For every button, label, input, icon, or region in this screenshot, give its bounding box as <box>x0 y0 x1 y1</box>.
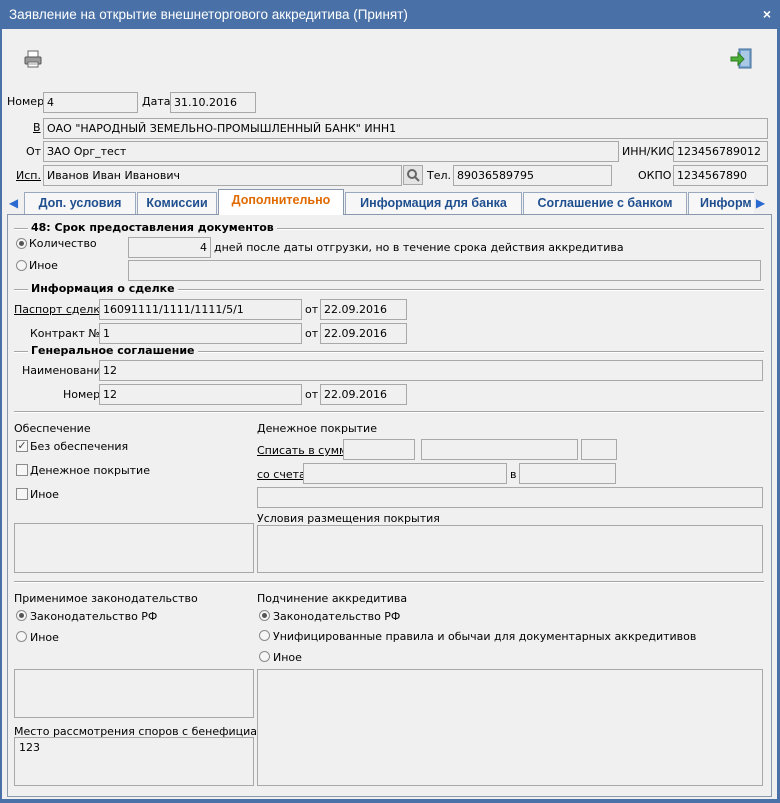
docs-term-title: 48: Срок предоставления документов <box>28 221 277 235</box>
agreement-from-label: от <box>305 388 319 401</box>
passport-field[interactable]: 16091111/1111/1111/5/1 <box>99 299 302 320</box>
general-agreement-title: Генеральное соглашение <box>28 344 198 358</box>
tab-info-truncated[interactable]: Информ <box>688 192 756 214</box>
contract-from-label: от <box>305 327 319 340</box>
divider <box>14 581 764 583</box>
debit-amount-label[interactable]: Списать в сумме <box>257 444 354 458</box>
contract-field[interactable]: 1 <box>99 323 302 344</box>
agreement-number-field[interactable]: 12 <box>99 384 302 405</box>
quantity-field[interactable]: 4 <box>128 237 211 258</box>
law-other-radio[interactable] <box>16 631 27 642</box>
deal-section: Информация о сделке <box>14 282 764 296</box>
executor-lookup-icon[interactable] <box>403 165 423 185</box>
tab-bank-agreement[interactable]: Соглашение с банком <box>523 192 687 214</box>
contract-date-field[interactable]: 22.09.2016 <box>320 323 407 344</box>
tab-panel-additional: 48: Срок предоставления документов Колич… <box>7 214 772 797</box>
account-bank-field[interactable] <box>519 463 616 484</box>
other-security-textarea[interactable] <box>14 523 254 573</box>
printer-icon[interactable] <box>23 49 45 71</box>
deal-title: Информация о сделке <box>28 282 178 296</box>
law-title: Применимое законодательство <box>14 592 198 605</box>
subordination-ucp-radio[interactable] <box>259 630 270 641</box>
close-button[interactable]: × <box>763 0 771 29</box>
coverage-title: Денежное покрытие <box>257 422 377 435</box>
subordination-other-label: Иное <box>273 651 302 664</box>
okpo-field[interactable]: 1234567890 <box>673 165 768 186</box>
debit-amount-words-field[interactable] <box>421 439 578 460</box>
quantity-suffix: дней после даты отгрузки, но в течение с… <box>214 241 624 254</box>
docs-term-section: 48: Срок предоставления документов <box>14 221 764 235</box>
account-in-label: в <box>510 468 517 481</box>
tab-scroll-right-icon[interactable]: ▶ <box>754 192 767 214</box>
executor-label[interactable]: Исп. <box>16 169 41 183</box>
money-cover-checkbox[interactable] <box>16 464 28 476</box>
debit-amount-field[interactable] <box>343 439 415 460</box>
other-term-radio[interactable] <box>16 260 27 271</box>
exit-door-icon[interactable] <box>730 47 752 69</box>
executor-field[interactable]: Иванов Иван Иванович <box>43 165 402 186</box>
contract-label: Контракт № <box>30 327 100 340</box>
phone-label: Тел. <box>427 169 452 182</box>
subordination-rf-radio[interactable] <box>259 610 270 621</box>
law-rf-radio[interactable] <box>16 610 27 621</box>
coverage-extra-field[interactable] <box>257 487 763 508</box>
tab-extra-conditions[interactable]: Доп. условия <box>24 192 136 214</box>
agreement-number-label: Номер <box>63 388 101 401</box>
number-field[interactable]: 4 <box>43 92 138 113</box>
number-label: Номер <box>7 95 45 108</box>
other-security-checkbox[interactable] <box>16 488 28 500</box>
tab-bank-info[interactable]: Информация для банка <box>345 192 522 214</box>
date-label: Дата <box>142 95 171 108</box>
account-field[interactable] <box>303 463 507 484</box>
divider <box>14 411 764 413</box>
security-title: Обеспечение <box>14 422 91 435</box>
passport-label[interactable]: Паспорт сделки <box>14 303 107 317</box>
agreement-name-field[interactable]: 12 <box>99 360 763 381</box>
money-cover-label: Денежное покрытие <box>30 464 150 477</box>
subordination-other-textarea[interactable] <box>257 669 763 786</box>
law-other-label: Иное <box>30 631 59 644</box>
okpo-label: ОКПО <box>638 169 672 182</box>
from-label: От <box>26 145 42 158</box>
subordination-title: Подчинение аккредитива <box>257 592 408 605</box>
other-term-field[interactable] <box>128 260 761 281</box>
passport-from-label: от <box>305 303 319 316</box>
date-field[interactable]: 31.10.2016 <box>170 92 256 113</box>
no-security-checkbox[interactable]: ✓ <box>16 440 28 452</box>
passport-date-field[interactable]: 22.09.2016 <box>320 299 407 320</box>
debit-currency-field[interactable] <box>581 439 617 460</box>
disputes-textarea[interactable]: 123 <box>14 737 254 786</box>
no-security-label: Без обеспечения <box>30 440 129 453</box>
agreement-date-field[interactable]: 22.09.2016 <box>320 384 407 405</box>
disputes-value: 123 <box>19 741 40 754</box>
tab-additional[interactable]: Дополнительно <box>218 189 344 215</box>
tab-scroll-left-icon[interactable]: ◀ <box>7 192 20 214</box>
dialog-window: Заявление на открытие внешнеторгового ак… <box>0 0 780 803</box>
bank-to-field[interactable]: ОАО "НАРОДНЫЙ ЗЕМЕЛЬНО-ПРОМЫШЛЕННЫЙ БАНК… <box>43 118 768 139</box>
subordination-rf-label: Законодательство РФ <box>273 610 401 623</box>
other-security-label: Иное <box>30 488 59 501</box>
law-other-textarea[interactable] <box>14 669 254 718</box>
subordination-other-radio[interactable] <box>259 651 270 662</box>
window-title: Заявление на открытие внешнеторгового ак… <box>9 7 408 22</box>
quantity-label: Количество <box>29 237 97 250</box>
general-agreement-section: Генеральное соглашение <box>14 344 764 358</box>
tab-commissions[interactable]: Комиссии <box>137 192 217 214</box>
account-label[interactable]: со счета <box>257 468 306 482</box>
quantity-radio[interactable] <box>16 238 27 249</box>
agreement-name-label: Наименование <box>22 364 108 377</box>
phone-field[interactable]: 89036589795 <box>453 165 612 186</box>
bank-to-label[interactable]: В <box>33 121 41 135</box>
subordination-ucp-label: Унифицированные правила и обычаи для док… <box>273 630 697 643</box>
dialog-client: Номер 4 Дата 31.10.2016 В ОАО "НАРОДНЫЙ … <box>2 29 777 799</box>
other-term-label: Иное <box>29 259 58 272</box>
inn-field[interactable]: 123456789012 <box>673 141 768 162</box>
law-rf-label: Законодательство РФ <box>30 610 158 623</box>
coverage-conditions-label: Условия размещения покрытия <box>257 512 440 525</box>
tab-strip: ◀ Доп. условия Комиссии Дополнительно Ин… <box>7 189 769 215</box>
title-bar: Заявление на открытие внешнеторгового ак… <box>0 0 780 29</box>
from-field[interactable]: ЗАО Орг_тест <box>43 141 619 162</box>
inn-label: ИНН/КИО <box>622 145 676 158</box>
coverage-conditions-textarea[interactable] <box>257 525 763 573</box>
